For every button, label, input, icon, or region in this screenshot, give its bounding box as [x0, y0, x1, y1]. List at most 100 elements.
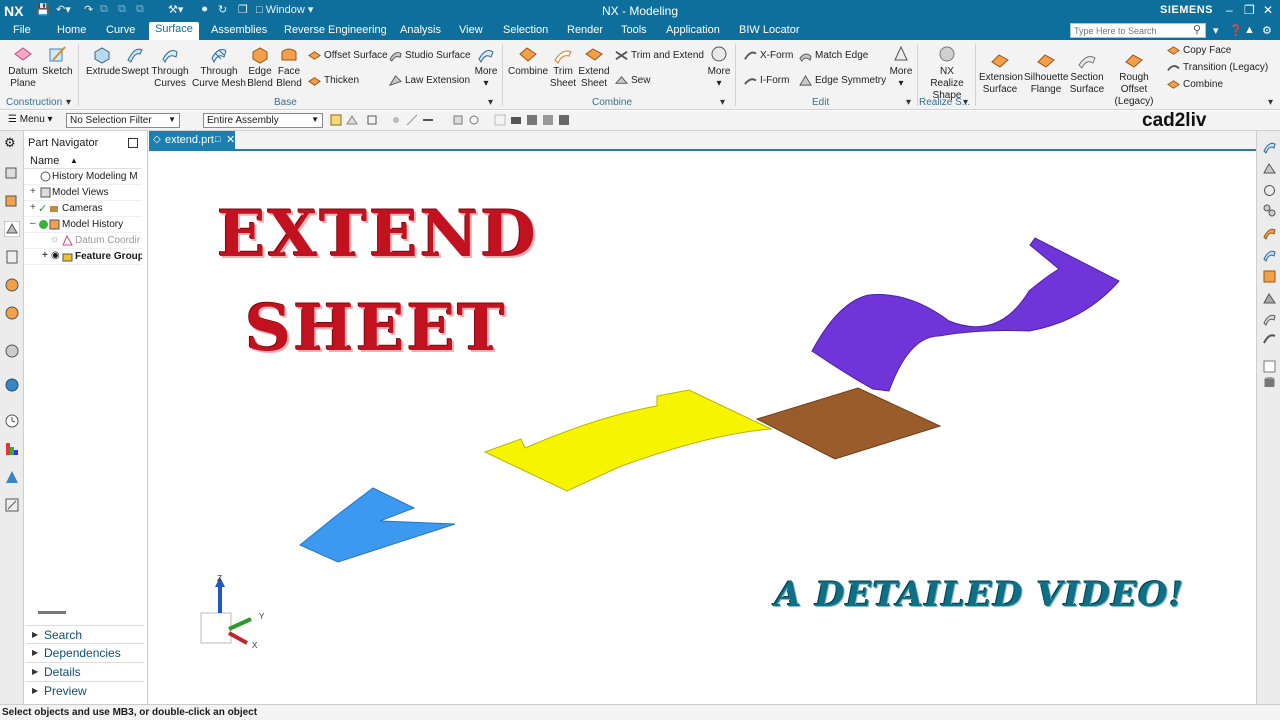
datum-plane-button[interactable]: Datum Plane	[6, 44, 40, 90]
window-menu[interactable]: □ Window ▾	[256, 3, 313, 16]
through-curves-icon[interactable]	[1262, 247, 1277, 262]
yellow-sheet[interactable]	[483, 389, 773, 492]
web-browser-icon[interactable]	[4, 305, 20, 321]
system-materials-icon[interactable]	[4, 469, 20, 485]
realize-expand-icon[interactable]: ▾	[963, 97, 968, 108]
clock-icon[interactable]	[4, 413, 20, 429]
trim-and-extend-button[interactable]: Trim and Extend	[615, 49, 704, 63]
combine-expand-icon[interactable]: ▾	[720, 97, 725, 108]
thicken-button[interactable]: Thicken	[308, 74, 359, 88]
tab-view[interactable]: View	[459, 24, 483, 36]
switch-window-icon[interactable]: ❐	[238, 3, 248, 16]
extend-sheet-icon[interactable]	[1262, 269, 1277, 284]
edge-blend-button[interactable]: Edge Blend	[247, 44, 273, 90]
render-style-icon[interactable]	[526, 114, 538, 126]
restore-icon[interactable]: ❐	[1244, 3, 1255, 17]
edit-more-button[interactable]: More ▾	[888, 44, 914, 90]
redo-icon[interactable]: ↷	[84, 3, 93, 16]
select-body-icon[interactable]	[346, 114, 358, 126]
combine-button[interactable]: Combine	[508, 44, 548, 78]
coordinate-triad[interactable]: Z Y X	[200, 574, 265, 650]
grid-icon[interactable]	[494, 114, 506, 126]
snap-options-icon[interactable]	[366, 114, 378, 126]
history-icon[interactable]	[4, 343, 20, 359]
wire-surface-icon[interactable]	[1262, 183, 1277, 198]
endpoint-snap-icon[interactable]	[406, 114, 418, 126]
nav-row-datum-csys[interactable]: ☼ Datum Coordir	[24, 233, 142, 249]
combine-more-button[interactable]: More ▾	[706, 44, 732, 90]
base-expand-icon[interactable]: ▾	[488, 97, 493, 108]
swept-button[interactable]: Swept	[121, 44, 149, 78]
nav-row-feature-group[interactable]: + ◉ Feature Group	[24, 249, 142, 265]
selection-filter-dropdown[interactable]: No Selection Filter ▼	[66, 113, 180, 128]
construction-expand-icon[interactable]: ▾	[66, 97, 71, 108]
tab-curve[interactable]: Curve	[106, 24, 135, 36]
sketch-button[interactable]: Sketch	[42, 44, 73, 78]
extrude-button[interactable]: Extrude	[86, 44, 120, 78]
trim-sheet-button[interactable]: Trim Sheet	[549, 44, 577, 90]
i-form-button[interactable]: I-Form	[744, 74, 789, 88]
visible-eye-icon[interactable]: ◉	[51, 250, 60, 261]
ribbon-overflow-icon[interactable]: ▾	[1268, 97, 1273, 108]
expand-icon[interactable]: +	[42, 250, 48, 261]
tab-selection[interactable]: Selection	[503, 24, 548, 36]
view-cube-icon[interactable]	[452, 114, 464, 126]
select-features-icon[interactable]	[330, 114, 342, 126]
maximize-panel-icon[interactable]	[128, 138, 138, 148]
tab-reverse-engineering[interactable]: Reverse Engineering	[284, 24, 387, 36]
resource-settings-icon[interactable]: ⚙	[4, 135, 20, 151]
transition-button[interactable]: Transition (Legacy)	[1167, 61, 1268, 75]
through-curve-mesh-button[interactable]: Through Curve Mesh	[192, 44, 246, 90]
checkmark-icon[interactable]: ✓	[38, 202, 47, 215]
cylinder-icon[interactable]	[1262, 375, 1277, 390]
menu-button[interactable]: ☰ Menu ▾	[8, 114, 53, 125]
collapse-ribbon-icon[interactable]: ▲	[1244, 24, 1255, 36]
cut-icon[interactable]: ⧉	[136, 3, 144, 16]
copy-icon[interactable]: ⧉	[100, 3, 108, 16]
base-more-button[interactable]: More ▾	[472, 44, 500, 90]
face-blend-button[interactable]: Face Blend	[276, 44, 302, 90]
studio-surface-button[interactable]: Studio Surface	[389, 49, 471, 63]
horizontal-scrollbar[interactable]	[38, 611, 66, 614]
collapse-icon[interactable]: –	[30, 218, 36, 229]
expand-icon[interactable]: +	[30, 186, 36, 197]
tools-icon[interactable]: ⚒▾	[168, 3, 183, 16]
close-icon[interactable]: ✕	[1263, 3, 1273, 17]
section-surface-button[interactable]: Section Surface	[1068, 50, 1106, 96]
thicken-icon[interactable]	[1262, 291, 1277, 306]
offset-icon[interactable]	[1262, 311, 1277, 326]
tab-assemblies[interactable]: Assemblies	[211, 24, 267, 36]
name-column-header[interactable]: Name ▲	[24, 153, 142, 169]
part-navigator-icon[interactable]	[4, 221, 20, 237]
brown-sheet[interactable]	[755, 387, 942, 460]
tab-surface[interactable]: Surface	[149, 22, 199, 40]
nx-realize-shape-button[interactable]: NX Realize Shape	[922, 44, 972, 102]
hidden-eye-icon[interactable]: ☼	[50, 234, 59, 245]
edit-expand-icon[interactable]: ▾	[906, 97, 911, 108]
sew-button[interactable]: Sew	[615, 74, 650, 88]
edge-symmetry-button[interactable]: Edge Symmetry	[799, 74, 886, 88]
accordion-dependencies[interactable]: ▶ Dependencies	[26, 643, 144, 661]
tab-home[interactable]: Home	[57, 24, 86, 36]
studio-surface-icon[interactable]	[1262, 161, 1277, 176]
match-edge-button[interactable]: Match Edge	[799, 49, 868, 63]
reuse-library-icon[interactable]	[4, 249, 20, 265]
paste-icon[interactable]: ⧉	[118, 3, 126, 16]
graphics-window[interactable]: Z Y X EXTEND SHEET A DETAILED VIDEO!	[149, 151, 1256, 704]
copy-face-button[interactable]: Copy Face	[1167, 44, 1231, 58]
sew-icon[interactable]	[1262, 331, 1277, 346]
tab-analysis[interactable]: Analysis	[400, 24, 441, 36]
blue-sheet[interactable]	[299, 487, 456, 563]
accordion-search[interactable]: ▶ Search	[26, 625, 144, 643]
accordion-preview[interactable]: ▶ Preview	[26, 681, 144, 699]
save-icon[interactable]: 💾	[36, 3, 50, 16]
layer-icon[interactable]	[542, 114, 554, 126]
through-curves-button[interactable]: Through Curves	[151, 44, 189, 90]
tab-render[interactable]: Render	[567, 24, 603, 36]
tab-application[interactable]: Application	[666, 24, 720, 36]
law-extension-button[interactable]: Law Extension	[389, 74, 470, 88]
tab-biw-locator[interactable]: BIW Locator	[739, 24, 800, 36]
combine-extra-button[interactable]: Combine	[1167, 78, 1223, 92]
repeat-command-icon[interactable]: ↻	[218, 3, 227, 16]
nav-row-model-views[interactable]: + Model Views	[24, 185, 142, 201]
